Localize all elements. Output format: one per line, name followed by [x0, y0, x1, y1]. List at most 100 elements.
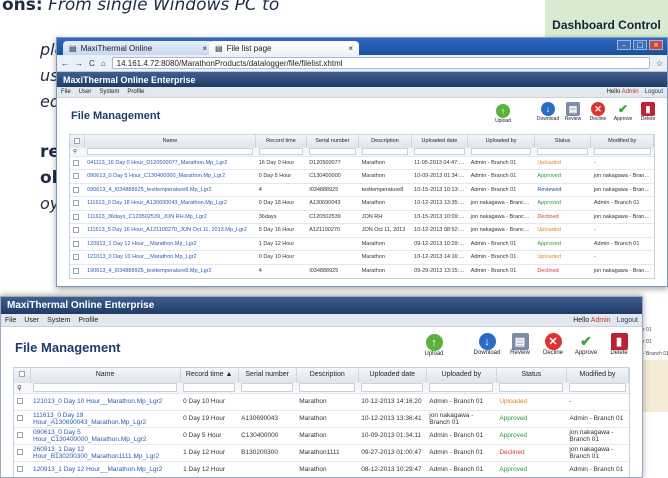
- table-row[interactable]: 090613_4_I034888925_testtemperature8.Mp_…: [70, 182, 654, 197]
- column-header-modified-by[interactable]: Modified by: [590, 135, 654, 147]
- row-checkbox[interactable]: [14, 426, 30, 444]
- table-row[interactable]: 190613_4_I034888925_testtemperature8.Mp_…: [70, 263, 654, 278]
- back-icon[interactable]: ←: [61, 59, 69, 68]
- table-row[interactable]: 111613_0 Day 19 Hour_A130690043_Marathon…: [14, 409, 629, 427]
- column-header-record-time[interactable]: Record time ▲: [180, 368, 239, 382]
- filter-input[interactable]: [467, 146, 535, 156]
- logout-link[interactable]: Logout: [617, 317, 638, 324]
- home-icon[interactable]: ⌂: [101, 59, 106, 68]
- browser-tab[interactable]: ▤ MaxiThermal Online ×: [63, 41, 213, 55]
- row-checkbox[interactable]: [70, 196, 85, 210]
- close-icon[interactable]: ×: [348, 44, 353, 53]
- file-name-link[interactable]: 111613_0 Day 19 Hour_A130690043_Marathon…: [30, 409, 181, 427]
- row-checkbox[interactable]: [70, 263, 85, 278]
- column-header-description[interactable]: Description: [358, 135, 412, 147]
- filter-input[interactable]: [358, 381, 427, 393]
- table-row[interactable]: 260913_1 Day 12 Hour_B130200300_Marathon…: [14, 443, 629, 461]
- table-row[interactable]: 111613_36days_C120502539_JON RH.Mp_Lgr2 3…: [70, 209, 654, 224]
- close-icon[interactable]: ×: [202, 44, 207, 53]
- delete-button[interactable]: ▮ Delete: [604, 333, 634, 356]
- row-checkbox[interactable]: [14, 460, 30, 477]
- filter-input[interactable]: [534, 146, 591, 156]
- review-button[interactable]: ▤ Review: [505, 333, 535, 356]
- file-name-link[interactable]: 111613_5 Day 16 Hour_A121100270_JON Oct …: [84, 223, 256, 237]
- row-checkbox[interactable]: [14, 392, 30, 410]
- table-row[interactable]: 041113_16 Day 0 Hour_D120500077_Marathon…: [70, 155, 654, 170]
- menu-user[interactable]: User: [79, 89, 92, 95]
- filter-input[interactable]: [84, 146, 256, 156]
- forward-icon[interactable]: →: [75, 59, 83, 68]
- file-name-link[interactable]: 120913_1 Day 12 Hour__Marathon.Mp_Lgr2: [84, 236, 256, 251]
- filter-input[interactable]: [306, 146, 359, 156]
- download-button[interactable]: ↓ Download: [537, 102, 559, 122]
- decline-button[interactable]: ✕ Decline: [587, 102, 609, 122]
- close-window-button[interactable]: ×: [649, 40, 663, 50]
- column-header-name[interactable]: Name: [30, 368, 181, 382]
- column-header-status[interactable]: Status: [534, 135, 592, 147]
- decline-button[interactable]: ✕ Decline: [538, 333, 568, 356]
- row-checkbox[interactable]: [70, 223, 85, 237]
- menu-file[interactable]: File: [61, 89, 71, 95]
- filter-input[interactable]: [590, 146, 654, 156]
- menu-system[interactable]: System: [99, 89, 119, 95]
- row-checkbox[interactable]: [70, 169, 85, 183]
- filter-input[interactable]: [496, 381, 567, 393]
- url-field[interactable]: 14.161.4.72:8080/MarathonProducts/datalo…: [111, 57, 650, 69]
- table-row[interactable]: 111613_0 Day 18 Hour_A130690043_Marathon…: [70, 196, 654, 210]
- filter-input[interactable]: [255, 146, 307, 156]
- row-checkbox[interactable]: [14, 443, 30, 461]
- approve-button[interactable]: ✔ Approve: [612, 102, 634, 122]
- column-header-uploaded-date[interactable]: Uploaded date: [411, 135, 469, 147]
- column-header-modified-by[interactable]: Modified by: [566, 368, 630, 382]
- filter-input[interactable]: [238, 381, 297, 393]
- file-name-link[interactable]: 041113_16 Day 0 Hour_D120500077_Marathon…: [84, 155, 256, 170]
- delete-button[interactable]: ▮ Delete: [637, 102, 659, 122]
- row-checkbox[interactable]: [70, 236, 85, 251]
- menu-profile[interactable]: Profile: [78, 317, 98, 324]
- select-all-checkbox[interactable]: [70, 135, 85, 147]
- column-header-description[interactable]: Description: [296, 368, 359, 382]
- filter-input[interactable]: [566, 381, 629, 393]
- file-name-link[interactable]: 121013_0 Day 10 Hour__Marathon.Mp_Lgr2: [84, 250, 256, 264]
- filter-input[interactable]: [426, 381, 497, 393]
- table-row[interactable]: 120913_1 Day 12 Hour__Marathon.Mp_Lgr2 1 …: [14, 460, 629, 477]
- table-row[interactable]: 120913_1 Day 12 Hour__Marathon.Mp_Lgr2 1 …: [70, 236, 654, 251]
- file-name-link[interactable]: 260913_1 Day 12 Hour_B130200300_Marathon…: [30, 443, 181, 461]
- column-header-uploaded-by[interactable]: Uploaded by: [426, 368, 497, 382]
- filter-input[interactable]: [411, 146, 468, 156]
- star-icon[interactable]: ☆: [656, 59, 663, 68]
- file-name-link[interactable]: 190613_4_I034888925_testtemperature8.Mp_…: [84, 263, 256, 278]
- maximize-button[interactable]: □: [633, 40, 647, 50]
- reload-icon[interactable]: C: [89, 59, 95, 68]
- upload-button[interactable]: ↑ Upload: [419, 334, 449, 357]
- table-row[interactable]: 111613_5 Day 16 Hour_A121100270_JON Oct …: [70, 223, 654, 237]
- column-header-status[interactable]: Status: [496, 368, 567, 382]
- column-header-uploaded-by[interactable]: Uploaded by: [467, 135, 535, 147]
- column-header-name[interactable]: Name: [84, 135, 257, 147]
- column-header-serial[interactable]: Serial number: [306, 135, 360, 147]
- table-row[interactable]: 121013_0 Day 10 Hour__Marathon.Mp_Lgr2 0 …: [70, 250, 654, 264]
- row-checkbox[interactable]: [70, 155, 85, 170]
- file-name-link[interactable]: 090613_0 Day 5 Hour_C130400000_Marathon.…: [30, 426, 181, 444]
- review-button[interactable]: ▤ Review: [562, 102, 584, 122]
- upload-button[interactable]: ↑ Upload: [492, 104, 514, 124]
- row-checkbox[interactable]: [70, 182, 85, 197]
- browser-tab-active[interactable]: ▤ File list page ×: [209, 41, 359, 55]
- table-row[interactable]: 090613_0 Day 5 Hour_C130400000_Marathon.…: [14, 426, 629, 444]
- table-row[interactable]: 090613_0 Day 5 Hour_C130400000_Marathon.…: [70, 169, 654, 183]
- column-header-serial[interactable]: Serial number: [238, 368, 297, 382]
- approve-button[interactable]: ✔ Approve: [571, 333, 601, 356]
- file-name-link[interactable]: 111613_0 Day 18 Hour_A130690043_Marathon…: [84, 196, 256, 210]
- table-row[interactable]: 121013_0 Day 10 Hour__Marathon.Mp_Lgr2 0 …: [14, 392, 629, 410]
- menu-system[interactable]: System: [47, 317, 70, 324]
- row-checkbox[interactable]: [70, 209, 85, 224]
- file-name-link[interactable]: 120913_1 Day 12 Hour__Marathon.Mp_Lgr2: [30, 460, 181, 477]
- column-header-record-time[interactable]: Record time: [255, 135, 307, 147]
- minimize-button[interactable]: –: [617, 40, 631, 50]
- row-checkbox[interactable]: [14, 409, 30, 427]
- column-header-uploaded-date[interactable]: Uploaded date: [358, 368, 427, 382]
- menu-user[interactable]: User: [24, 317, 39, 324]
- file-name-link[interactable]: 111613_36days_C120502539_JON RH.Mp_Lgr2: [84, 209, 256, 224]
- menu-file[interactable]: File: [5, 317, 16, 324]
- menu-profile[interactable]: Profile: [127, 89, 144, 95]
